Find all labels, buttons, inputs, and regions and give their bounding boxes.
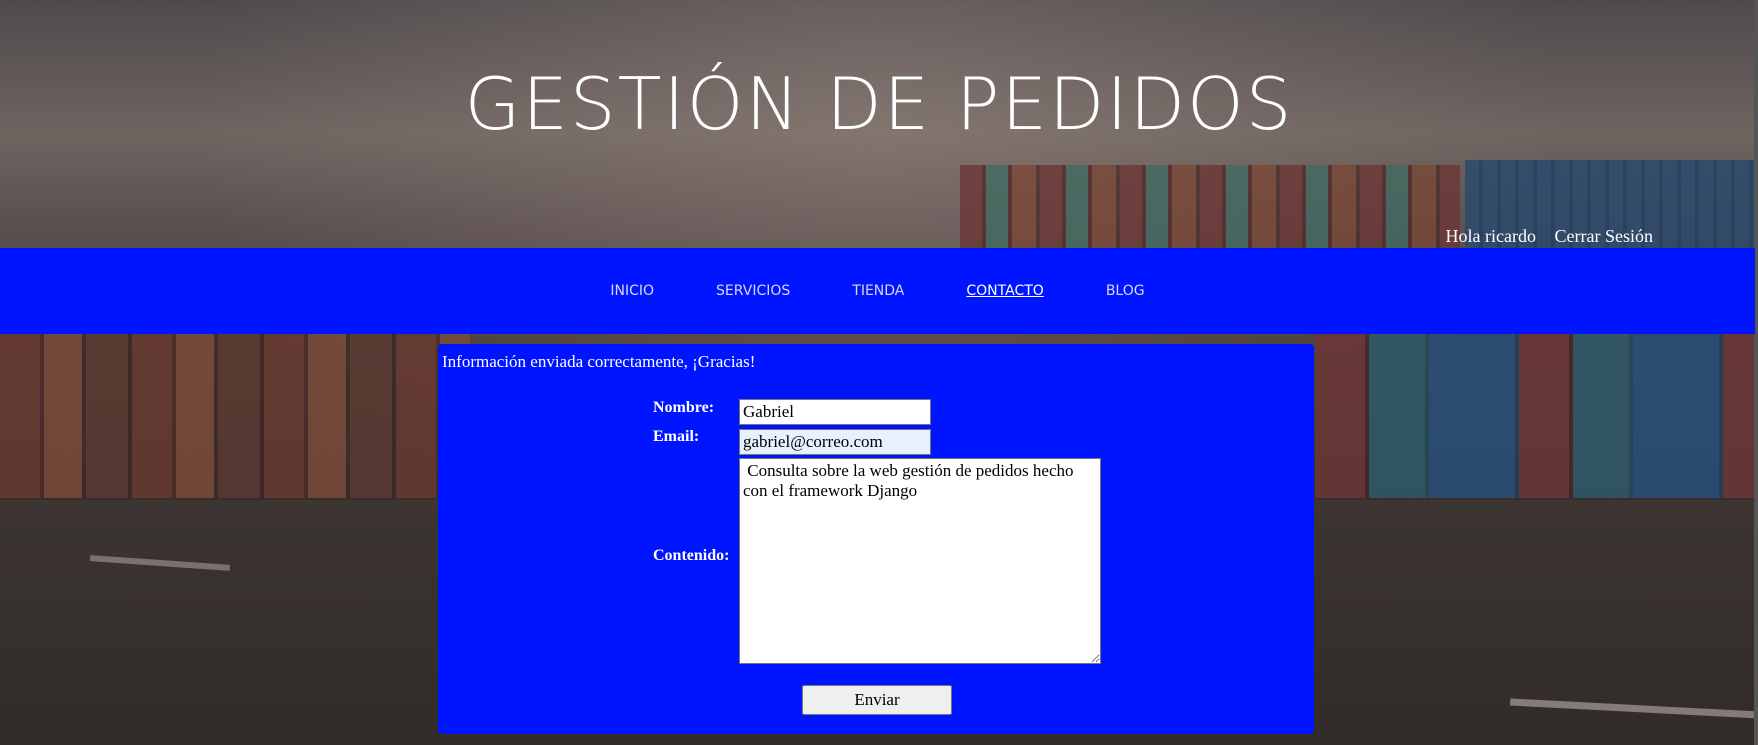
- email-label: Email:: [653, 428, 700, 445]
- nav-item-blog[interactable]: BLOG: [1106, 283, 1145, 299]
- road-marking: [89, 555, 231, 571]
- email-input[interactable]: [739, 429, 931, 455]
- contact-panel: Información enviada correctamente, ¡Grac…: [438, 344, 1314, 734]
- nombre-input[interactable]: [739, 399, 931, 425]
- nav-item-servicios[interactable]: SERVICIOS: [716, 283, 790, 299]
- logout-link[interactable]: Cerrar Sesión: [1555, 226, 1653, 246]
- success-message: Información enviada correctamente, ¡Grac…: [442, 352, 756, 371]
- submit-button[interactable]: Enviar: [802, 685, 952, 715]
- contenido-label: Contenido:: [653, 547, 730, 564]
- page-header: GESTIÓN DE PEDIDOS Hola ricardo Cerrar S…: [0, 0, 1758, 248]
- nav-item-inicio[interactable]: INICIO: [610, 283, 654, 299]
- nav-item-contacto[interactable]: CONTACTO: [966, 283, 1043, 299]
- contenido-textarea[interactable]: Consulta sobre la web gestión de pedidos…: [739, 458, 1101, 664]
- container-stack-image: [1315, 333, 1758, 498]
- road-marking: [1509, 698, 1758, 719]
- nombre-label: Nombre:: [653, 399, 715, 416]
- main-nav: INICIO SERVICIOS TIENDA CONTACTO BLOG: [0, 248, 1755, 334]
- user-area: Hola ricardo Cerrar Sesión: [1432, 226, 1653, 247]
- container-stack-image: [0, 333, 470, 498]
- nav-item-tienda[interactable]: TIENDA: [852, 283, 904, 299]
- user-greeting: Hola ricardo: [1445, 226, 1537, 246]
- site-title: GESTIÓN DE PEDIDOS: [464, 62, 1294, 146]
